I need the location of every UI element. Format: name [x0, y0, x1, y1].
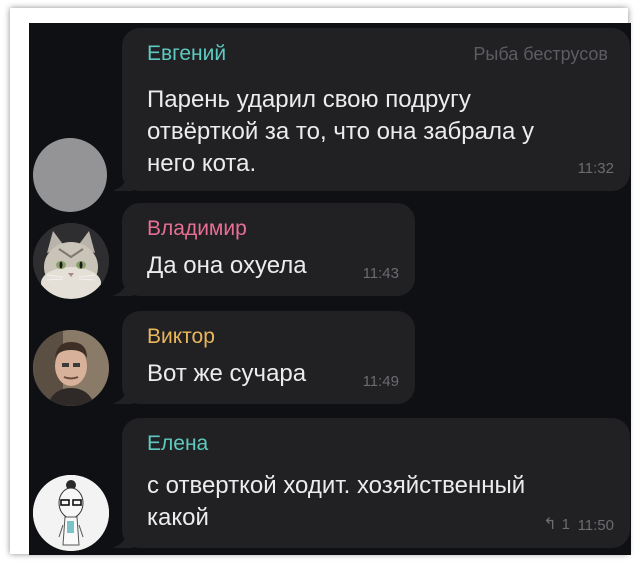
message-text-line: с отверткой ходит. хозяйственный — [147, 472, 526, 499]
message-time: 11:49 — [362, 373, 399, 390]
message-text: с отверткой ходит. хозяйственный какой — [147, 470, 525, 534]
cat-icon — [33, 223, 109, 299]
person-icon — [33, 330, 109, 406]
message-text-line: Парень ударил свою подругу — [147, 86, 471, 113]
message-text-line: него кота. — [147, 150, 257, 177]
message-text-line: какой — [147, 504, 209, 531]
sender-name[interactable]: Елена — [147, 432, 208, 456]
message-bubble-3[interactable]: Виктор Вот же сучара 11:49 — [122, 311, 415, 404]
man-avatar[interactable] — [33, 330, 109, 406]
sketch-portrait-icon — [33, 475, 109, 551]
message-text: Да она охуела — [147, 252, 307, 279]
message-bubble-2[interactable]: Владимир Да она охуела 11:43 — [122, 203, 415, 296]
message-bubble-1[interactable]: Евгений Рыба беструсов Парень ударил сво… — [122, 28, 630, 191]
chat-area[interactable]: Евгений Рыба беструсов Парень ударил сво… — [29, 23, 631, 555]
avatar-evgeny[interactable] — [33, 138, 107, 212]
message-text-line: отвёрткой за то, что она забрала у — [147, 118, 535, 145]
message-bubble-4[interactable]: Елена с отверткой ходит. хозяйственный к… — [122, 418, 630, 548]
cat-avatar[interactable] — [33, 223, 109, 299]
forwarded-from-label[interactable]: Рыба беструсов — [473, 44, 608, 65]
message-text: Вот же сучара — [147, 360, 307, 387]
sender-name[interactable]: Владимир — [147, 217, 247, 241]
message-time: 11:43 — [362, 265, 399, 282]
sender-name[interactable]: Виктор — [147, 325, 215, 349]
sender-name[interactable]: Евгений — [147, 42, 226, 66]
reply-arrow-icon: ↰ — [543, 516, 557, 533]
reply-count: 1 — [561, 515, 570, 533]
message-time: 11:50 — [577, 517, 614, 534]
message-text: Парень ударил свою подругу отвёрткой за … — [147, 84, 534, 180]
message-time: 11:32 — [577, 160, 614, 177]
woman-sketch-avatar[interactable] — [33, 475, 109, 551]
replies-indicator[interactable]: ↰ 1 — [543, 514, 570, 534]
screenshot-frame: Евгений Рыба беструсов Парень ударил сво… — [10, 8, 631, 555]
